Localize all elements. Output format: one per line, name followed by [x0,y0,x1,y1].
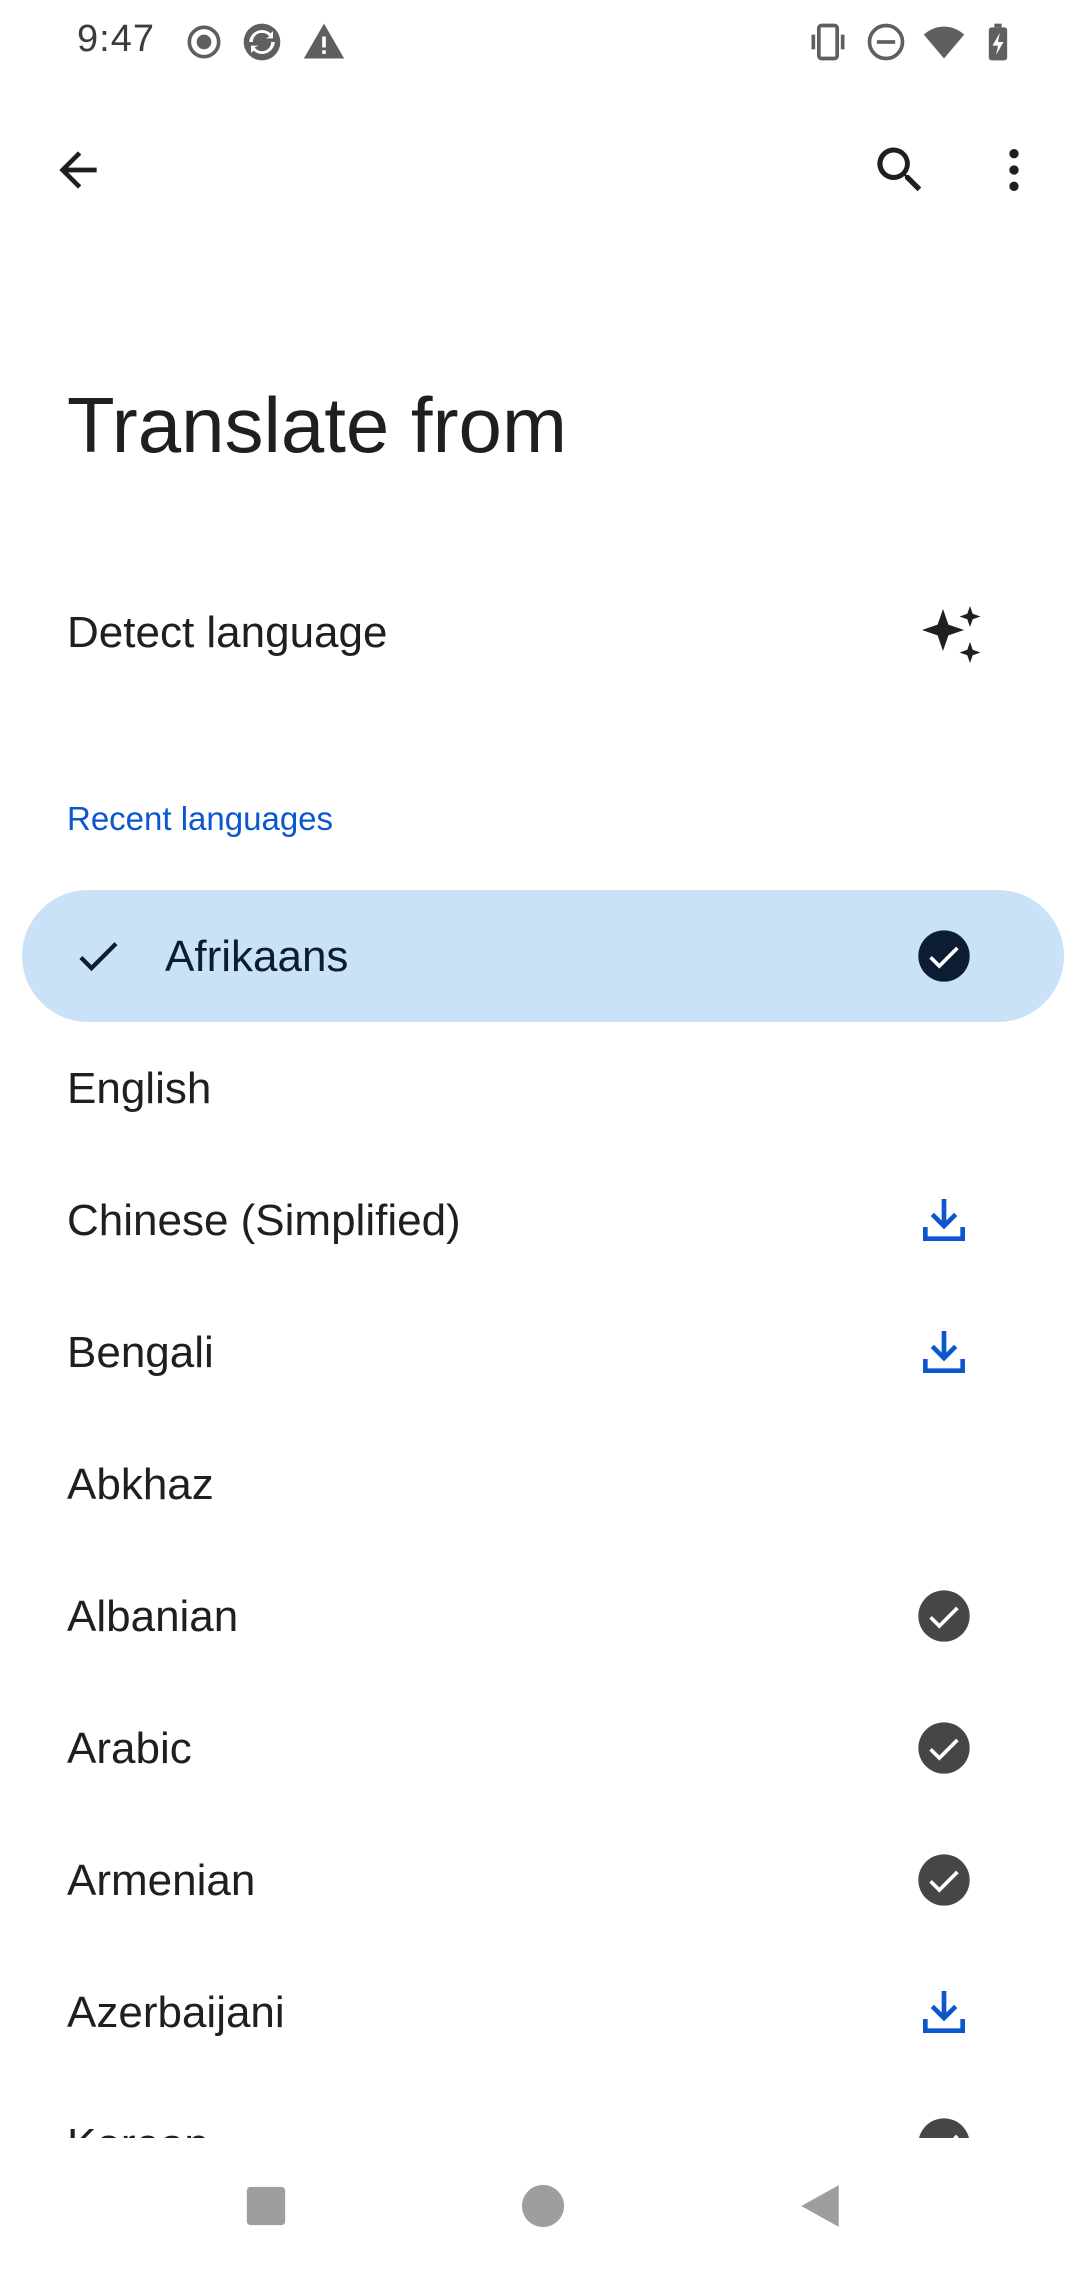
status-bar: 9:47 [0,0,1080,90]
nav-back-button[interactable] [780,2166,860,2246]
language-list[interactable]: Afrikaans English Chinese (Simplified) B… [0,890,1080,2138]
search-icon [877,147,922,192]
detect-language-row[interactable]: Detect language [0,570,1080,702]
downloaded-check-icon[interactable] [916,1720,972,1776]
language-label: Chinese (Simplified) [67,1196,461,1245]
language-row-bengali[interactable]: Bengali [0,1286,1080,1418]
battery-charging-icon [988,23,1008,61]
language-label: Afrikaans [165,932,349,981]
downloaded-check-icon[interactable] [916,1588,972,1644]
language-label: Abkhaz [67,1460,214,1509]
do-not-disturb-icon [867,23,905,61]
detect-language-label: Detect language [67,608,388,657]
language-row-afrikaans[interactable]: Afrikaans [0,890,1080,1022]
triangle-back-icon [801,2185,839,2227]
language-label: English [67,1064,212,1113]
downloaded-check-icon[interactable] [916,928,972,984]
language-label: Bengali [67,1328,214,1377]
download-icon[interactable] [916,1984,972,2040]
language-row-english[interactable]: English [0,1022,1080,1154]
check-icon [79,942,118,972]
language-label: Arabic [67,1724,192,1773]
record-icon [187,25,221,59]
more-options-button[interactable] [974,130,1054,210]
back-button[interactable] [38,130,118,210]
status-time: 9:47 [77,18,155,60]
recents-button[interactable] [226,2166,306,2246]
more-vert-icon [1009,149,1019,191]
recent-languages-header: Recent languages [67,800,334,837]
circle-home-icon [521,2184,565,2228]
system-nav-bar [0,2142,1080,2280]
sparkle-icon [922,606,981,663]
search-button[interactable] [860,130,940,210]
language-row-arabic[interactable]: Arabic [0,1682,1080,1814]
wifi-icon [923,26,965,59]
downloaded-check-icon[interactable] [916,1852,972,1908]
language-row-abkhaz[interactable]: Abkhaz [0,1418,1080,1550]
arrow-back-icon [59,151,97,189]
language-row-albanian[interactable]: Albanian [0,1550,1080,1682]
language-label: Armenian [67,1856,256,1905]
language-label: Albanian [67,1592,239,1641]
language-row-armenian[interactable]: Armenian [0,1814,1080,1946]
square-recents-icon [246,2186,286,2226]
language-row-azerbaijani[interactable]: Azerbaijani [0,1946,1080,2078]
language-label: Azerbaijani [67,1988,285,2037]
sync-icon [243,23,281,61]
language-label: Korean [67,2120,209,2138]
page-title: Translate from [67,381,567,469]
warning-icon [303,23,345,59]
downloaded-check-icon[interactable] [916,2116,972,2138]
home-button[interactable] [503,2166,583,2246]
language-row-chinese-simplified[interactable]: Chinese (Simplified) [0,1154,1080,1286]
download-icon[interactable] [916,1192,972,1248]
download-icon[interactable] [916,1324,972,1380]
language-row-korean[interactable]: Korean [0,2078,1080,2138]
vibrate-icon [811,23,845,61]
